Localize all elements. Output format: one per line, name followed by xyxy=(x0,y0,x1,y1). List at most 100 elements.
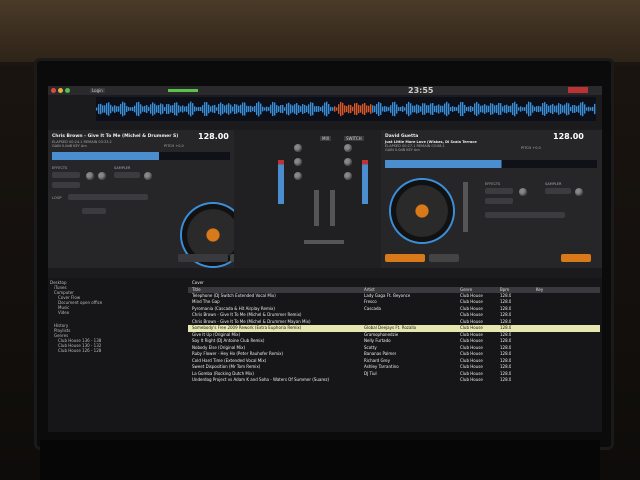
waveform-bar xyxy=(290,104,292,114)
right-deck: David Guetta Just Little More Love (Wisk… xyxy=(381,130,602,268)
waveform-bar xyxy=(330,106,332,112)
waveform-bar xyxy=(176,102,178,116)
waveform-bar xyxy=(546,104,548,114)
waveform-bar xyxy=(562,105,564,113)
left-deck-gain: GAIN 0.0dB KEY Am xyxy=(52,144,87,148)
left-sampler-select[interactable] xyxy=(114,172,140,178)
monitor-stand xyxy=(40,440,600,480)
waveform-bar xyxy=(344,105,346,113)
minimize-icon[interactable] xyxy=(58,88,63,93)
waveform-bar xyxy=(154,103,156,115)
left-deck-mini-waveform[interactable] xyxy=(52,152,230,160)
tree-item[interactable]: Club House 126 - 128 xyxy=(50,348,176,353)
waveform-bar xyxy=(232,106,234,112)
waveform-bar xyxy=(390,105,392,113)
mixer-gain-right[interactable] xyxy=(344,144,352,152)
left-play-button[interactable] xyxy=(178,254,228,262)
left-effect-knob-1[interactable] xyxy=(86,172,94,180)
waveform-bar xyxy=(140,104,142,114)
table-row[interactable]: Underdog Project vs Adam K and Soha - Wa… xyxy=(188,377,600,384)
waveform-bar xyxy=(162,104,164,114)
right-pitch-slider[interactable] xyxy=(463,182,468,232)
waveform-bar xyxy=(530,102,532,116)
right-play-button[interactable] xyxy=(385,254,425,262)
right-sampler-knob[interactable] xyxy=(575,188,583,196)
tree-item[interactable]: Video xyxy=(50,310,176,315)
waveform-bar xyxy=(334,106,336,112)
waveform-bar xyxy=(312,102,314,116)
waveform-bar xyxy=(374,105,376,113)
right-sync-button[interactable] xyxy=(561,254,591,262)
waveform-bar xyxy=(388,107,390,111)
waveform-bar xyxy=(322,105,324,113)
right-deck-artist: David Guetta xyxy=(385,134,419,139)
waveform-bar xyxy=(336,107,338,111)
right-loop-buttons[interactable] xyxy=(485,212,565,218)
waveform-bar xyxy=(406,103,408,115)
mix-button[interactable]: MIX xyxy=(320,136,332,141)
waveform-bar xyxy=(214,104,216,114)
waveform-bar xyxy=(108,102,110,116)
mixer-eq-low-left[interactable] xyxy=(294,172,302,180)
right-volume-fader[interactable] xyxy=(330,190,335,226)
waveform-bar xyxy=(452,106,454,112)
waveform-bar xyxy=(152,102,154,116)
left-loop-buttons[interactable] xyxy=(68,194,148,200)
close-icon[interactable] xyxy=(51,88,56,93)
waveform-bar xyxy=(278,106,280,112)
waveform-bar xyxy=(186,106,188,112)
mixer-eq-high-right[interactable] xyxy=(344,158,352,166)
waveform-bar xyxy=(478,103,480,115)
login-button[interactable]: Login xyxy=(90,88,105,93)
cpu-meter xyxy=(168,89,198,92)
waveform-bar xyxy=(198,106,200,112)
waveform-bar xyxy=(168,104,170,114)
background-wall xyxy=(0,0,640,62)
waveform-bar xyxy=(366,105,368,113)
waveform-bar xyxy=(294,104,296,114)
waveform-bar xyxy=(360,105,362,113)
left-sync-button[interactable] xyxy=(82,208,106,214)
waveform-bar xyxy=(362,103,364,115)
waveform-bar xyxy=(370,104,372,114)
left-sampler-knob[interactable] xyxy=(144,172,152,180)
left-effect-knob-2[interactable] xyxy=(98,172,106,180)
waveform-bar xyxy=(258,101,260,117)
switch-button[interactable]: SWITCH xyxy=(344,136,364,141)
mixer-gain-left[interactable] xyxy=(294,144,302,152)
waveform-bar xyxy=(250,105,252,113)
crossfader[interactable] xyxy=(304,240,344,244)
left-effect-select[interactable] xyxy=(52,172,80,178)
right-effect-select-2[interactable] xyxy=(485,198,513,204)
record-button[interactable] xyxy=(568,87,588,93)
left-loop-label: LOOP xyxy=(52,196,62,200)
waveform-bar xyxy=(188,103,190,115)
right-cue-button[interactable] xyxy=(429,254,459,262)
maximize-icon[interactable] xyxy=(65,88,70,93)
waveform-bar xyxy=(440,105,442,113)
right-effect-select[interactable] xyxy=(485,188,513,194)
track-genre: Club House xyxy=(460,377,483,382)
waveform-bar xyxy=(520,106,522,112)
right-deck-mini-waveform[interactable] xyxy=(385,160,597,168)
right-jog-wheel[interactable] xyxy=(391,180,453,242)
right-sampler-select[interactable] xyxy=(545,188,571,194)
right-vu-meter xyxy=(362,160,368,204)
waveform-bar xyxy=(534,106,536,112)
mixer-eq-low-right[interactable] xyxy=(344,172,352,180)
waveform-bar xyxy=(438,104,440,114)
right-effect-knob[interactable] xyxy=(519,188,527,196)
waveform-bar xyxy=(426,105,428,113)
waveform-bar xyxy=(568,103,570,115)
mixer-eq-high-left[interactable] xyxy=(294,158,302,166)
waveform-bar xyxy=(348,104,350,114)
waveform-bar xyxy=(414,105,416,113)
waveform-bar xyxy=(220,102,222,116)
waveform-bar xyxy=(178,105,180,113)
left-effect-select-2[interactable] xyxy=(52,182,80,188)
left-volume-fader[interactable] xyxy=(314,190,319,226)
waveform-bar xyxy=(270,104,272,114)
waveform-bar xyxy=(462,102,464,116)
waveform-bar xyxy=(476,101,478,117)
waveform-bar xyxy=(484,104,486,114)
